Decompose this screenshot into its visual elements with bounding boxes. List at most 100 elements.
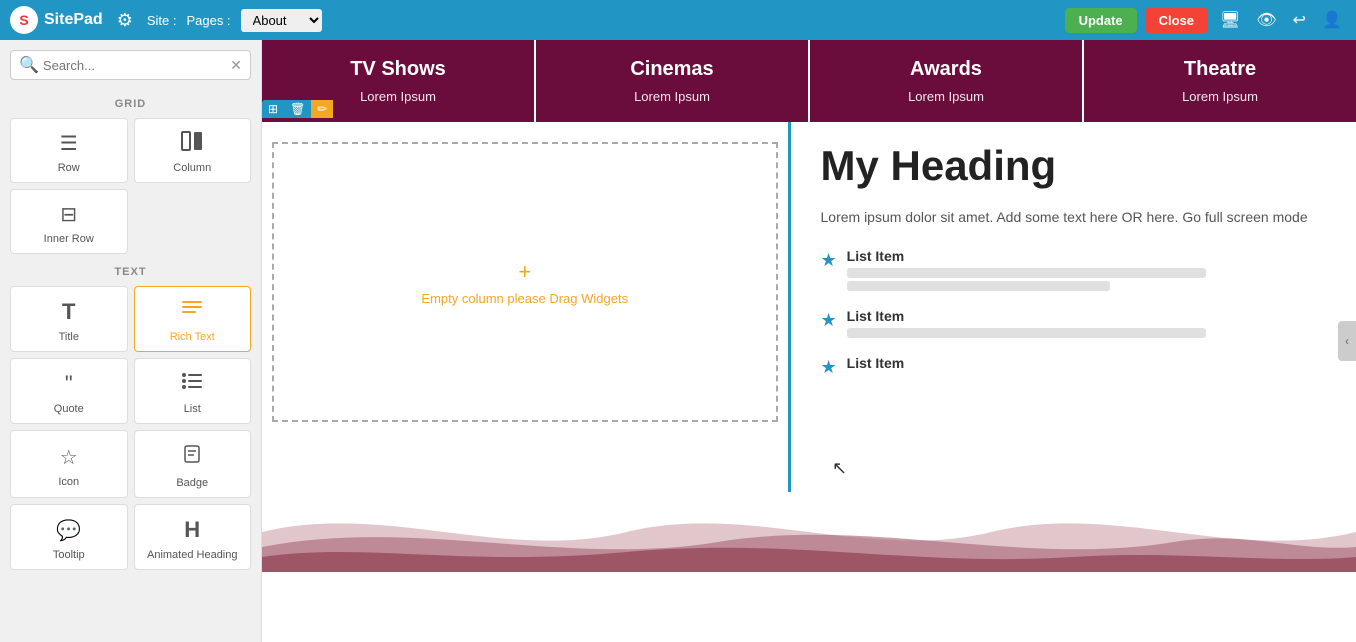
tooltip-label: Tooltip [53,549,85,561]
list-item-bar-1b [847,281,1111,291]
list-item-bar-1a [847,268,1207,278]
body-text: Lorem ipsum dolor sit amet. Add some tex… [821,206,1327,228]
list-item-bar-2a [847,328,1207,338]
right-column: My Heading Lorem ipsum dolor sit amet. A… [788,122,1356,492]
badge-label: Badge [176,477,208,489]
nav-right-actions: Update Close 🖥 👁 ↩ 👤 [1065,6,1346,34]
list-item-1: ★ List Item [821,248,1327,294]
star-icon-1: ★ [821,250,837,271]
list-item-2: ★ List Item [821,308,1327,341]
top-nav: S SitePad ⚙ Site : Pages : About Home Co… [0,0,1356,40]
row-label: Row [58,162,80,174]
list-text-block-3: List Item [847,355,1326,375]
close-button[interactable]: Close [1145,8,1208,33]
card-sub-awards: Lorem Ipsum [822,89,1070,104]
animated-heading-label: Animated Heading [147,549,238,561]
pages-select[interactable]: About Home Contact [241,9,322,32]
column-toolbar: ⊞ 🗑 ✏ [262,100,333,118]
inner-row-icon: ⊟ [60,202,77,227]
row-icon: ☰ [60,131,78,156]
wave-section [262,492,1356,572]
list-item-3: ★ List Item [821,355,1327,378]
card-title-tv-shows: TV Shows [274,58,522,81]
pages-label: Pages : [186,13,230,28]
widget-rich-text[interactable]: Rich Text [134,286,252,352]
widget-icon[interactable]: ☆ Icon [10,430,128,498]
canvas-area: ‹ TV Shows Lorem Ipsum Cinemas Lorem Ips… [262,40,1356,642]
section-text: TEXT T Title Rich Text " Quote [0,258,261,574]
col-move-btn[interactable]: ⊞ [262,100,284,118]
badge-icon [181,443,203,471]
list-item-label-3: List Item [847,355,1326,371]
star-icon-2: ★ [821,310,837,331]
star-icon-3: ★ [821,357,837,378]
col-delete-btn[interactable]: 🗑 [284,100,311,118]
empty-column[interactable]: + Empty column please Drag Widgets [272,142,778,422]
empty-col-plus-icon: + [518,259,531,285]
list-item-label-1: List Item [847,248,1326,264]
widget-badge[interactable]: Badge [134,430,252,498]
site-label: Site : [147,13,177,28]
card-sub-cinemas: Lorem Ipsum [548,89,796,104]
icon-widget-icon: ☆ [60,445,78,470]
widget-title[interactable]: T Title [10,286,128,352]
text-section-label: TEXT [0,258,261,282]
animated-heading-icon: H [184,517,200,543]
quote-label: Quote [54,403,84,415]
list-icon [181,371,203,397]
cards-row: TV Shows Lorem Ipsum Cinemas Lorem Ipsum… [262,40,1356,122]
widget-row[interactable]: ☰ Row [10,118,128,183]
search-icon: 🔍 [19,55,39,75]
main-layout: 🔍 ✕ GRID ☰ Row Column ⊟ [0,40,1356,642]
widget-column[interactable]: Column [134,118,252,183]
title-icon: T [62,299,75,325]
quote-icon: " [65,371,73,397]
empty-col-text: Empty column please Drag Widgets [421,291,628,306]
inner-row-label: Inner Row [44,233,94,245]
settings-gear-icon[interactable]: ⚙ [113,6,137,35]
card-awards: Awards Lorem Ipsum [810,40,1084,122]
widget-tooltip[interactable]: 💬 Tooltip [10,504,128,570]
card-title-theatre: Theatre [1096,58,1344,81]
list-label: List [184,403,201,415]
section-grid: GRID ☰ Row Column ⊟ Inner Row [0,90,261,258]
col-edit-btn[interactable]: ✏ [311,100,333,118]
widget-list[interactable]: List [134,358,252,424]
rich-text-label: Rich Text [170,331,215,343]
collapse-handle[interactable]: ‹ [1338,321,1356,361]
users-icon[interactable]: 👤 [1318,6,1346,34]
card-sub-theatre: Lorem Ipsum [1096,89,1344,104]
list-item-label-2: List Item [847,308,1326,324]
grid-widget-grid: ☰ Row Column ⊟ Inner Row [0,114,261,258]
logo-area: S SitePad [10,6,103,34]
widget-inner-row[interactable]: ⊟ Inner Row [10,189,128,254]
title-label: Title [59,331,79,343]
card-theatre: Theatre Lorem Ipsum [1084,40,1356,122]
card-title-cinemas: Cinemas [548,58,796,81]
list-text-block-1: List Item [847,248,1326,294]
preview-icon[interactable]: 👁 [1252,6,1280,34]
icon-label: Icon [58,476,79,488]
widget-quote[interactable]: " Quote [10,358,128,424]
column-icon [181,131,203,156]
widget-animated-heading[interactable]: H Animated Heading [134,504,252,570]
search-clear-icon[interactable]: ✕ [230,57,242,74]
search-input[interactable] [43,58,230,73]
tooltip-icon: 💬 [56,518,81,543]
search-bar: 🔍 ✕ [0,40,261,90]
logo-icon: S [10,6,38,34]
text-widget-grid: T Title Rich Text " Quote [0,282,261,574]
main-heading: My Heading [821,142,1327,190]
list-text-block-2: List Item [847,308,1326,341]
column-label: Column [173,162,211,174]
app-name: SitePad [44,11,103,29]
grid-section-label: GRID [0,90,261,114]
card-title-awards: Awards [822,58,1070,81]
update-button[interactable]: Update [1065,8,1137,33]
desktop-icon[interactable]: 🖥 [1216,6,1244,34]
canvas-inner: TV Shows Lorem Ipsum Cinemas Lorem Ipsum… [262,40,1356,642]
rich-text-icon [181,299,203,325]
undo-icon[interactable]: ↩ [1289,6,1310,34]
card-cinemas: Cinemas Lorem Ipsum [536,40,810,122]
sidebar: 🔍 ✕ GRID ☰ Row Column ⊟ [0,40,262,642]
